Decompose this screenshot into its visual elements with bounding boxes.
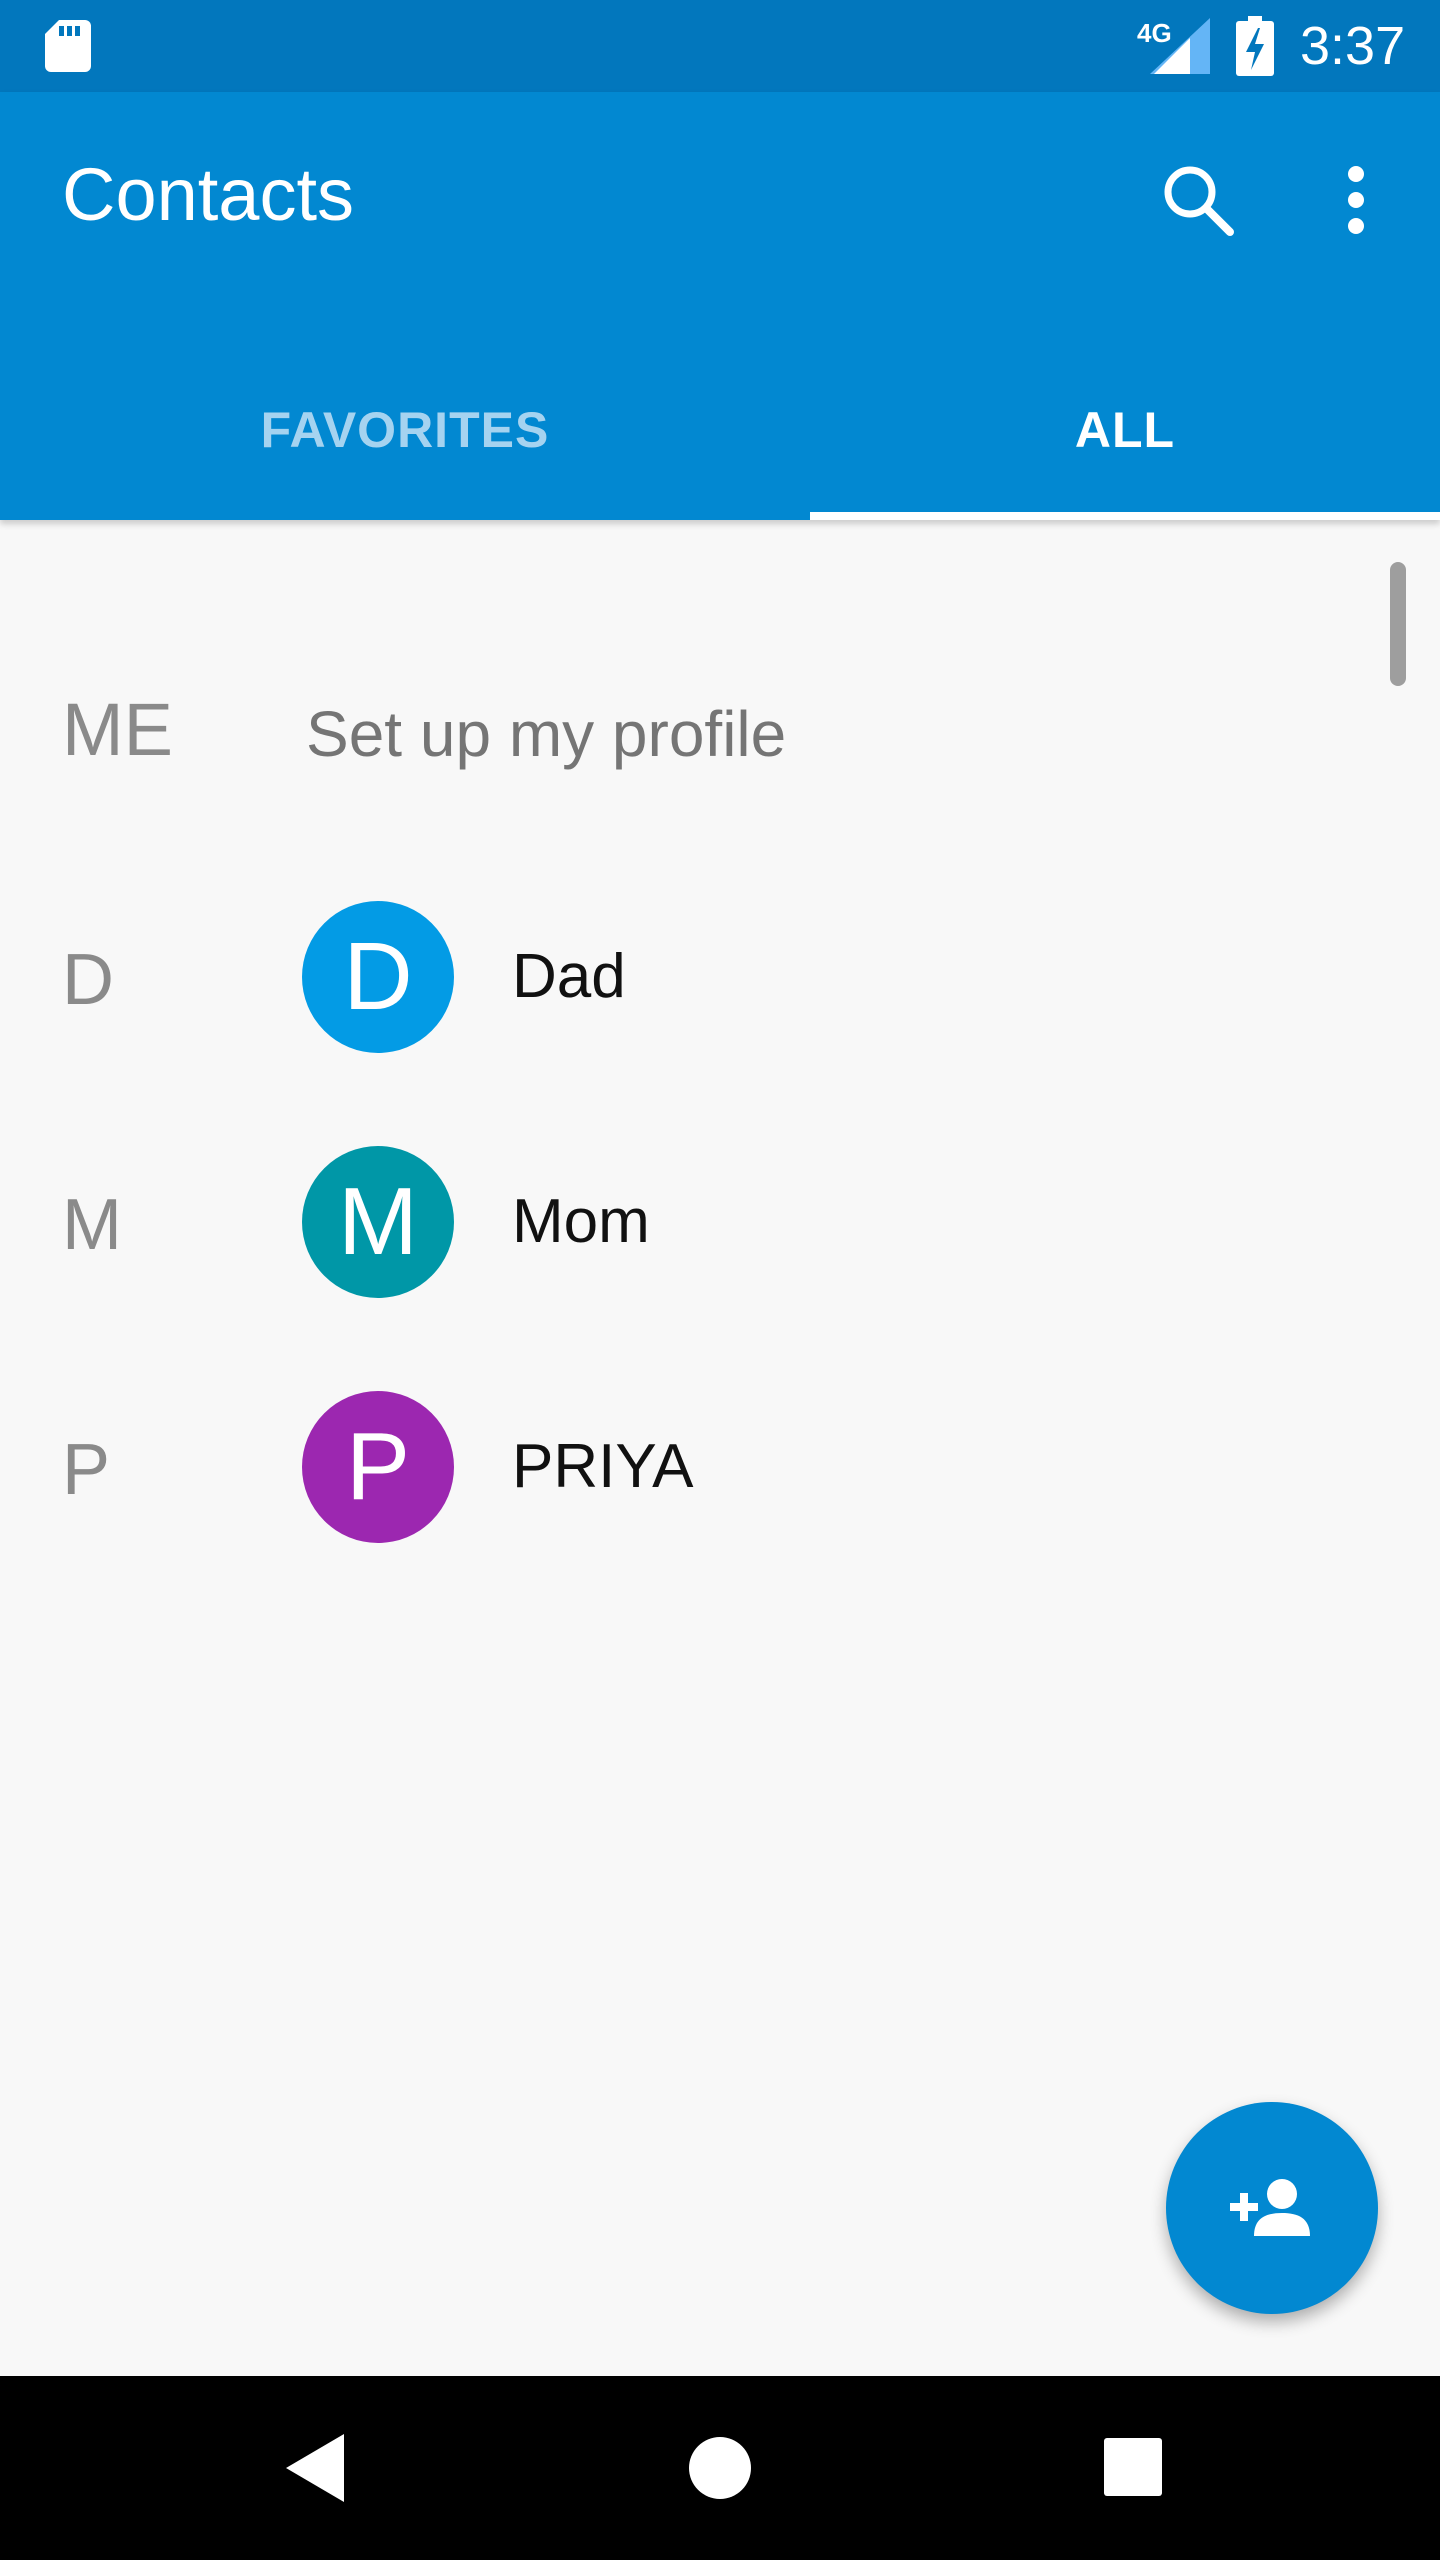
tab-favorites[interactable]: FAVORITES	[0, 340, 810, 520]
tab-indicator	[810, 512, 1440, 520]
recents-icon[interactable]	[1084, 2418, 1184, 2518]
section-letter: P	[62, 1430, 111, 1510]
tab-all[interactable]: ALL	[810, 340, 1440, 520]
home-icon[interactable]	[670, 2418, 770, 2518]
avatar-initial: P	[345, 1413, 411, 1520]
avatar: M	[302, 1146, 454, 1298]
battery-charging-icon	[1236, 16, 1274, 76]
section-letter: D	[62, 940, 114, 1020]
avatar-initial: D	[343, 923, 413, 1030]
contact-row-priya[interactable]: P P PRIYA	[0, 1355, 1440, 1585]
setup-profile-text: Set up my profile	[306, 698, 787, 770]
navigation-bar	[0, 2376, 1440, 2560]
my-profile-row[interactable]: ME Set up my profile	[0, 650, 1440, 810]
search-icon[interactable]	[1150, 152, 1246, 248]
more-vert-icon[interactable]	[1310, 152, 1406, 248]
page-title: Contacts	[62, 153, 355, 236]
contact-row-dad[interactable]: D D Dad	[0, 865, 1440, 1095]
contact-name: PRIYA	[512, 1432, 694, 1501]
status-bar: 4G 3:37	[0, 0, 1440, 92]
avatar: D	[302, 901, 454, 1053]
contact-name: Dad	[512, 942, 626, 1011]
avatar-initial: M	[338, 1168, 418, 1275]
add-contact-button[interactable]	[1166, 2102, 1378, 2314]
sd-card-icon	[45, 20, 91, 72]
me-label: ME	[62, 688, 173, 771]
contact-row-mom[interactable]: M M Mom	[0, 1110, 1440, 1340]
tab-bar: FAVORITES ALL	[0, 340, 1440, 520]
person-add-icon	[1230, 2179, 1310, 2236]
status-time: 3:37	[1300, 16, 1406, 76]
contact-list[interactable]: ME Set up my profile D D Dad M M Mom P P…	[0, 520, 1440, 2376]
contact-name: Mom	[512, 1187, 650, 1256]
app-toolbar: Contacts FAVORITES ALL	[0, 92, 1440, 520]
back-icon[interactable]	[266, 2418, 366, 2518]
avatar: P	[302, 1391, 454, 1543]
signal-icon	[1150, 18, 1210, 74]
section-letter: M	[62, 1185, 122, 1265]
